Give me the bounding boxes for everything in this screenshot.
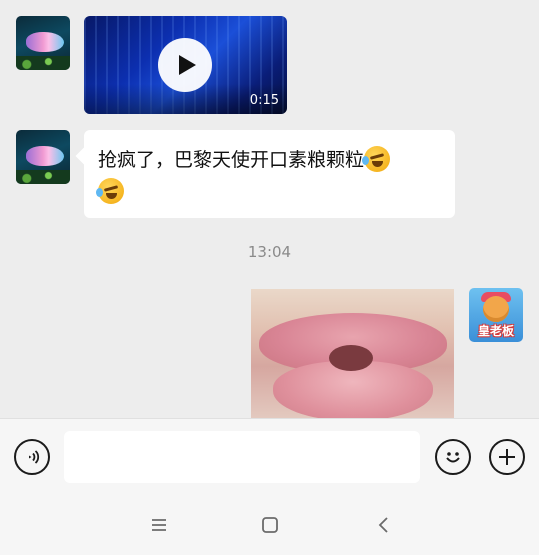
message-input[interactable] [64, 431, 420, 483]
back-chevron-icon[interactable] [371, 512, 397, 538]
rolling-laughing-emoji-icon [96, 178, 124, 204]
text-message-bubble[interactable]: 抢疯了，巴黎天使开口素粮颗粒 [84, 130, 455, 218]
menu-icon[interactable] [146, 512, 172, 538]
plus-icon[interactable] [489, 439, 525, 475]
input-bar [0, 418, 539, 494]
avatar-face [483, 296, 509, 322]
chat-area: 0:15 抢疯了，巴黎天使开口素粮颗粒 13:04 皇老板 [0, 0, 539, 418]
system-nav-bar [0, 494, 539, 555]
video-message[interactable]: 0:15 [84, 16, 287, 114]
smiley-icon[interactable] [435, 439, 471, 475]
message-text: 抢疯了，巴黎天使开口素粮颗粒 [98, 149, 365, 171]
voice-icon[interactable] [14, 439, 50, 475]
self-avatar[interactable]: 皇老板 [469, 288, 523, 342]
contact-avatar[interactable] [16, 130, 70, 184]
image-message[interactable] [251, 289, 454, 418]
rolling-laughing-emoji-icon [362, 146, 391, 172]
photo-mouth [329, 345, 373, 371]
message-timestamp: 13:04 [247, 243, 292, 261]
play-icon[interactable] [158, 38, 212, 92]
home-square-icon[interactable] [257, 512, 283, 538]
contact-avatar[interactable] [16, 16, 70, 70]
self-avatar-label: 皇老板 [477, 324, 514, 338]
video-duration: 0:15 [249, 93, 279, 108]
